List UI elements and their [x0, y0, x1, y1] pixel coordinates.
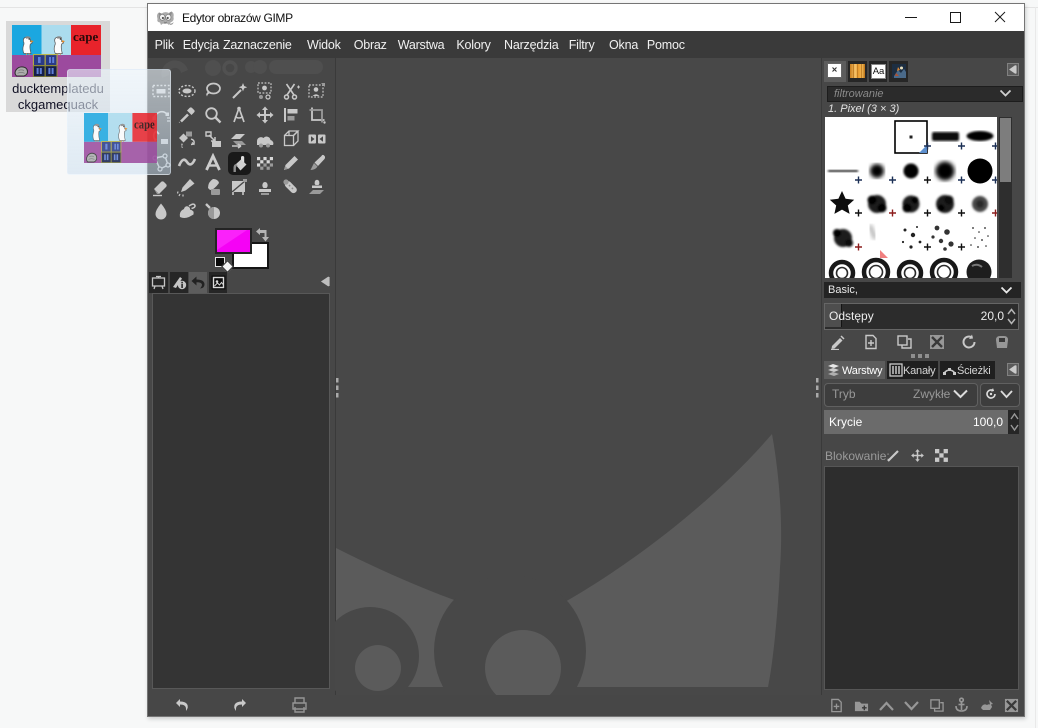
svg-text:cape: cape	[134, 118, 155, 132]
svg-text:cape: cape	[73, 29, 99, 44]
